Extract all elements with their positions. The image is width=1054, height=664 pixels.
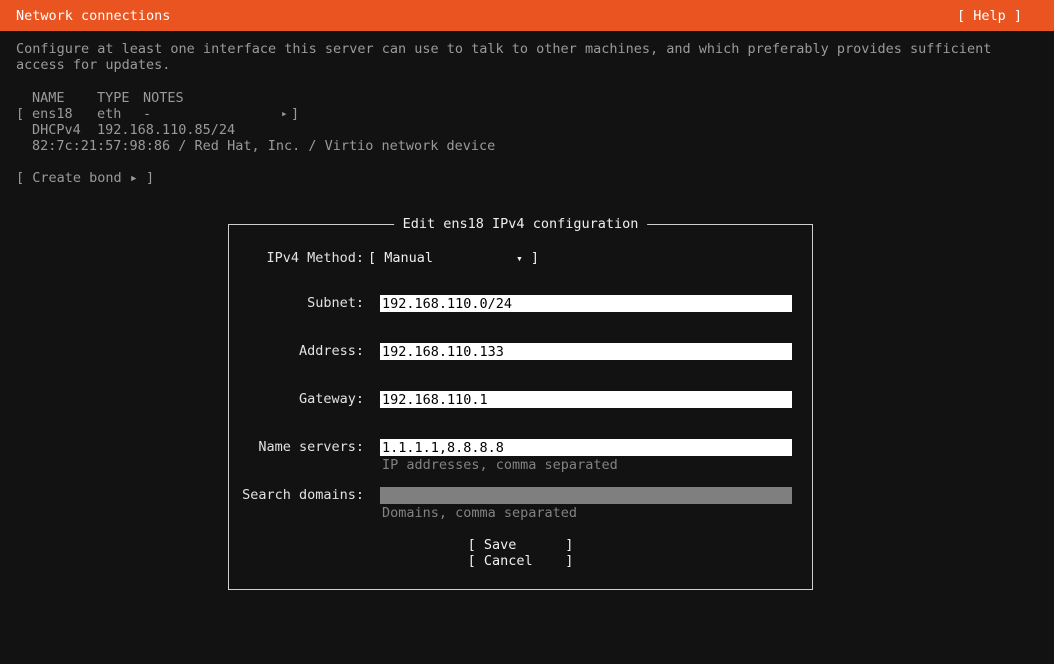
gateway-label: Gateway:	[229, 391, 364, 408]
name-servers-helper-row: IP addresses, comma separated	[229, 457, 812, 474]
address-label: Address:	[229, 343, 364, 360]
name-servers-helper: IP addresses, comma separated	[382, 457, 618, 474]
ipv4-method-row: IPv4 Method: [ Manual ▾ ]	[229, 250, 812, 267]
save-button[interactable]: [ Save ]	[229, 537, 812, 553]
column-header-name: NAME	[32, 90, 65, 106]
cancel-button[interactable]: [ Cancel ]	[229, 553, 812, 569]
ipv4-method-close-bracket: ]	[523, 250, 539, 267]
search-domains-row: Search domains:	[229, 487, 812, 504]
gateway-row: Gateway:	[229, 391, 812, 408]
subnet-row: Subnet:	[229, 295, 812, 312]
top-bar: Network connections [ Help ]	[0, 0, 1054, 31]
intro-line-2: access for updates.	[16, 57, 170, 73]
address-row: Address:	[229, 343, 812, 360]
address-input[interactable]	[380, 343, 792, 360]
gateway-input[interactable]	[380, 391, 792, 408]
subnet-input[interactable]	[380, 295, 792, 312]
search-domains-input[interactable]	[380, 487, 792, 504]
ipv4-method-label: IPv4 Method:	[229, 250, 364, 267]
dialog-title: Edit ens18 IPv4 configuration	[394, 216, 648, 233]
chevron-down-icon: ▾	[516, 250, 523, 267]
name-servers-label: Name servers:	[229, 439, 364, 456]
dhcp-address: 192.168.110.85/24	[97, 122, 235, 138]
search-domains-helper: Domains, comma separated	[382, 505, 577, 522]
column-header-notes: NOTES	[143, 90, 184, 106]
page-title: Network connections	[16, 8, 170, 24]
create-bond-button[interactable]: [ Create bond ▸ ]	[16, 170, 154, 186]
intro-line-1: Configure at least one interface this se…	[16, 41, 991, 57]
edit-ipv4-dialog: Edit ens18 IPv4 configuration IPv4 Metho…	[228, 224, 813, 590]
installer-screen: Network connections [ Help ] Configure a…	[0, 0, 1054, 664]
name-servers-row: Name servers:	[229, 439, 812, 456]
ipv4-method-select[interactable]: [ Manual ▾ ]	[368, 250, 539, 267]
row-close-bracket: ]	[291, 106, 299, 122]
help-button[interactable]: [ Help ]	[957, 8, 1022, 24]
hardware-info: 82:7c:21:57:98:86 / Red Hat, Inc. / Virt…	[32, 138, 495, 154]
dhcp-label: DHCPv4	[32, 122, 81, 138]
interface-notes: -	[143, 106, 151, 122]
search-domains-helper-row: Domains, comma separated	[229, 505, 812, 522]
column-header-type: TYPE	[97, 90, 130, 106]
chevron-right-icon: ▸	[281, 106, 288, 122]
ipv4-method-value: [ Manual	[368, 250, 433, 267]
interface-name: ens18	[32, 106, 73, 122]
name-servers-input[interactable]	[380, 439, 792, 456]
subnet-label: Subnet:	[229, 295, 364, 312]
interface-type: eth	[97, 106, 121, 122]
row-open-bracket: [	[16, 106, 24, 122]
search-domains-label: Search domains:	[229, 487, 364, 504]
